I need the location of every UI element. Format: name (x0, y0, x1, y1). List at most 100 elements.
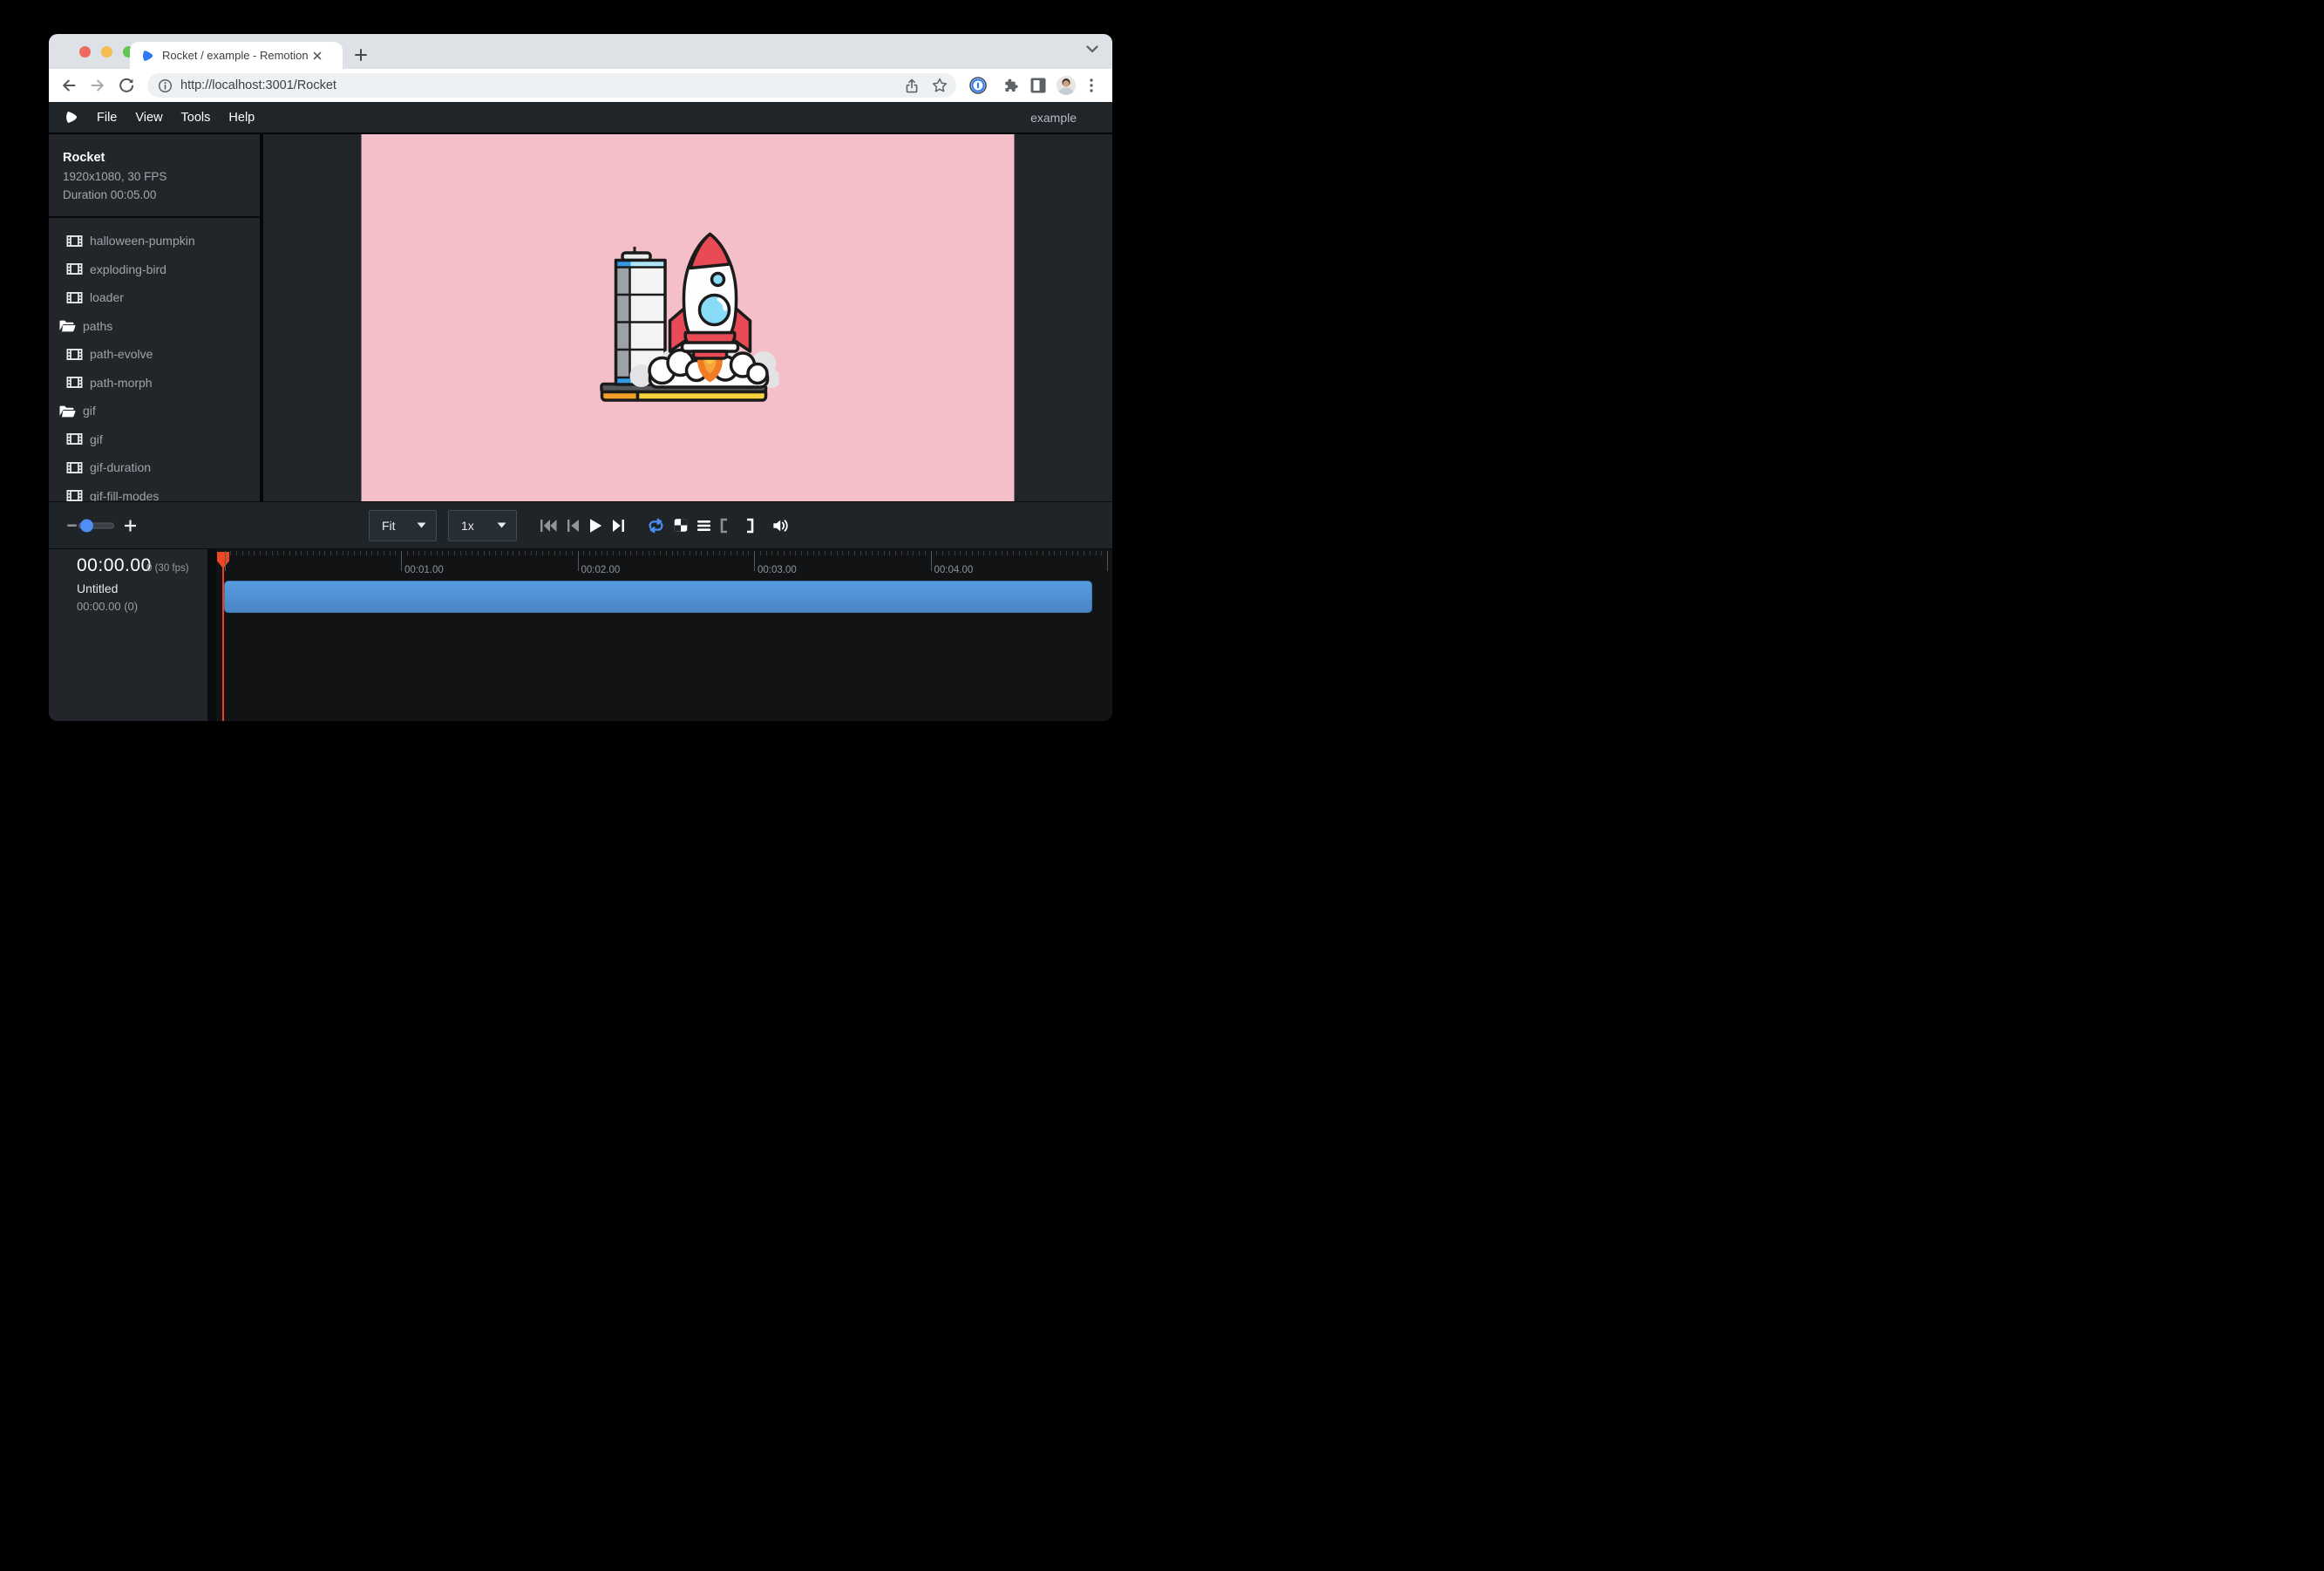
main-content: Rocket 1920x1080, 30 FPS Duration 00:05.… (49, 134, 1112, 501)
ruler-second-tick (225, 551, 226, 571)
sidebar-composition-gif-fill-modes[interactable]: gif-fill-modes (49, 482, 260, 502)
out-point-bracket-icon[interactable] (746, 518, 754, 533)
in-point-bracket-icon[interactable] (720, 518, 728, 533)
film-icon (66, 489, 83, 501)
profile-avatar[interactable] (1057, 76, 1076, 95)
volume-icon[interactable] (772, 518, 789, 533)
sidebar-composition-path-morph[interactable]: path-morph (49, 369, 260, 398)
ruler-frame-tick (895, 551, 896, 555)
ruler-frame-tick (442, 551, 443, 555)
url-text[interactable]: http://localhost:3001/Rocket (180, 78, 904, 92)
sidebar-composition-path-evolve[interactable]: path-evolve (49, 340, 260, 369)
ruler-frame-tick (795, 551, 796, 555)
ruler-frame-tick (354, 551, 355, 555)
ruler-frame-tick (801, 551, 802, 555)
ruler-frame-tick (1030, 551, 1031, 555)
folder-open-icon (58, 319, 76, 332)
ruler-frame-tick (913, 551, 914, 555)
sidebar-item-label: path-evolve (90, 347, 153, 361)
ruler-frame-tick (901, 551, 902, 555)
sidebar-composition-gif[interactable]: gif (49, 425, 260, 454)
previous-frame-button[interactable] (567, 519, 580, 532)
sidebar-extension-icon[interactable] (1030, 78, 1046, 93)
zoom-in-button[interactable] (122, 517, 139, 534)
back-icon[interactable] (60, 77, 78, 94)
menu-help[interactable]: Help (228, 111, 255, 125)
loop-toggle-icon[interactable] (648, 518, 664, 533)
sidebar-item-label: path-morph (90, 376, 153, 390)
canvas-size-dropdown[interactable]: Fit (369, 510, 437, 541)
ruler-frame-tick (831, 551, 832, 555)
close-window-button[interactable] (79, 46, 91, 58)
ruler-frame-tick (313, 551, 314, 555)
reload-icon[interactable] (118, 77, 135, 94)
ruler-frame-tick (525, 551, 526, 555)
next-frame-button[interactable] (612, 519, 626, 532)
transparency-checkerboard-icon[interactable] (674, 519, 688, 533)
ruler-frame-tick (925, 551, 926, 555)
sequence-track-bar[interactable] (224, 581, 1092, 613)
site-info-icon[interactable] (158, 78, 173, 93)
zoom-slider[interactable] (78, 522, 114, 528)
sidebar-composition-halloween-pumpkin[interactable]: halloween-pumpkin (49, 227, 260, 255)
ruler-frame-tick (854, 551, 855, 555)
remotion-logo-icon[interactable] (65, 110, 78, 125)
share-icon[interactable] (904, 78, 920, 94)
track-time-label: 00:00.00 (0) (77, 600, 138, 613)
ruler-frame-tick (1090, 551, 1091, 555)
composition-canvas[interactable] (362, 134, 1015, 501)
sidebar-composition-loader[interactable]: loader (49, 283, 260, 312)
forward-icon[interactable] (89, 77, 106, 94)
zoom-slider-thumb[interactable] (80, 519, 93, 532)
url-bar[interactable]: http://localhost:3001/Rocket (147, 73, 956, 98)
ruler-frame-tick (825, 551, 826, 555)
extensions-puzzle-icon[interactable] (1003, 78, 1019, 93)
chevron-down-icon[interactable] (1086, 45, 1098, 53)
current-frame-display: 0 (30 fps) (146, 563, 189, 574)
sidebar-item-label: loader (90, 290, 124, 304)
ruler-frame-tick (289, 551, 290, 555)
timeline-rows-icon[interactable] (697, 520, 710, 531)
ruler-frame-tick (813, 551, 814, 555)
ruler-frame-tick (743, 551, 744, 555)
sidebar-item-label: gif (83, 404, 96, 418)
playback-speed-dropdown[interactable]: 1x (448, 510, 517, 541)
ruler-frame-tick (719, 551, 720, 555)
sidebar-folder-gif[interactable]: gif (49, 397, 260, 425)
ruler-frame-tick (860, 551, 861, 555)
ruler-frame-tick (760, 551, 761, 555)
menu-file[interactable]: File (97, 111, 117, 125)
password-extension-icon[interactable] (969, 77, 987, 94)
tab-close-icon[interactable] (310, 49, 324, 63)
ruler-frame-tick (366, 551, 367, 555)
ruler-frame-tick (636, 551, 637, 555)
ruler-frame-tick (413, 551, 414, 555)
ruler-frame-tick (672, 551, 673, 555)
new-tab-button[interactable] (350, 44, 372, 66)
ruler-frame-tick (266, 551, 267, 555)
browser-menu-icon[interactable] (1090, 78, 1093, 92)
browser-tab[interactable]: Rocket / example - Remotion P (130, 42, 343, 69)
timeline-tracks-area[interactable]: 00:01.0000:02.0000:03.0000:04.00 (216, 549, 1112, 721)
film-icon (66, 291, 83, 304)
bookmark-star-icon[interactable] (932, 78, 948, 93)
minimize-window-button[interactable] (101, 46, 112, 58)
ruler-frame-tick (936, 551, 937, 555)
sidebar-item-label: gif-duration (90, 460, 151, 474)
ruler-frame-tick (437, 551, 438, 555)
sidebar-folder-paths[interactable]: paths (49, 312, 260, 341)
film-icon (66, 432, 83, 445)
ruler-second-tick (754, 551, 755, 571)
skip-to-start-button[interactable] (540, 519, 557, 532)
sidebar-composition-exploding-bird[interactable]: exploding-bird (49, 255, 260, 284)
ruler-frame-tick (1066, 551, 1067, 555)
ruler-frame-tick (1101, 551, 1102, 555)
ruler-second-tick (931, 551, 932, 571)
menu-view[interactable]: View (135, 111, 162, 125)
ruler-frame-tick (418, 551, 419, 555)
play-button[interactable] (589, 518, 602, 533)
menu-tools[interactable]: Tools (181, 111, 211, 125)
ruler-frame-tick (319, 551, 320, 555)
playhead-marker[interactable] (217, 552, 229, 568)
sidebar-composition-gif-duration[interactable]: gif-duration (49, 453, 260, 482)
